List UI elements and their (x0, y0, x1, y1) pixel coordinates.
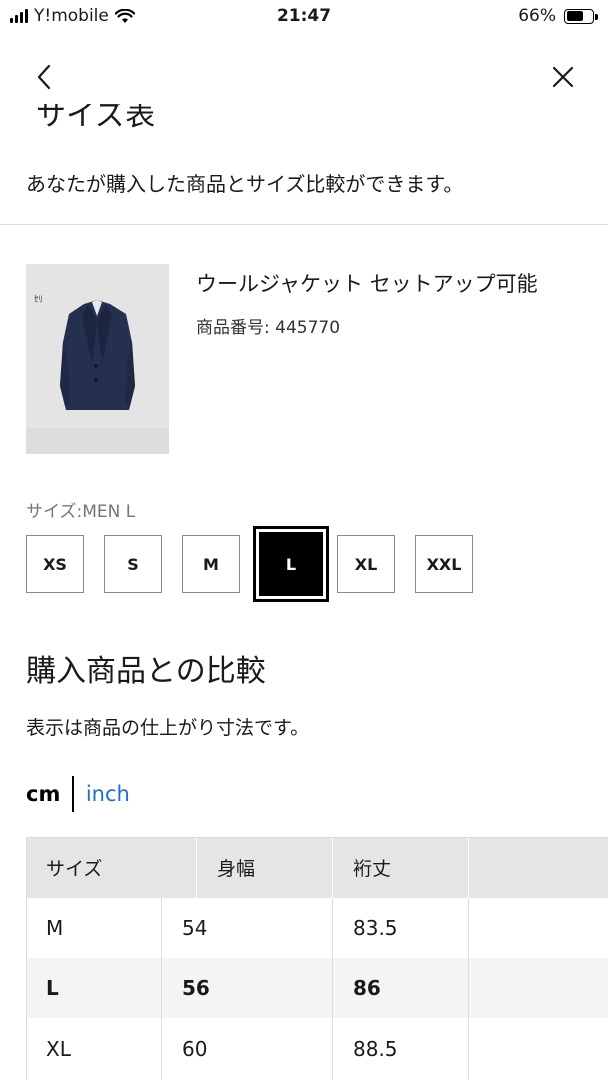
product-code: 商品番号: 445770 (196, 318, 341, 338)
status-time: 21:47 (276, 6, 332, 26)
product-image[interactable]: ｾﾘ (26, 264, 169, 454)
size-option-m[interactable]: M (182, 535, 240, 593)
back-button[interactable] (30, 62, 60, 92)
battery-icon (564, 8, 598, 24)
page-title: サイズ表 (36, 104, 156, 130)
status-bar-right: 66% (518, 6, 598, 26)
unit-cm-toggle[interactable]: cm (26, 782, 60, 806)
table-cell: M (46, 916, 64, 940)
section-divider (0, 224, 608, 225)
table-row: XL 60 88.5 (26, 1018, 608, 1080)
table-cell: 83.5 (332, 898, 468, 958)
table-header-cell: 裄丈 (332, 837, 468, 898)
table-cell (468, 898, 608, 958)
table-cell (468, 1018, 608, 1080)
battery-percent: 66% (518, 6, 556, 26)
page-subtitle: あなたが購入した商品とサイズ比較ができます。 (26, 172, 464, 196)
table-cell: L (46, 976, 59, 1000)
table-cell: 54 (161, 898, 332, 958)
table-cell: 56 (161, 958, 332, 1018)
table-cell (468, 958, 608, 1018)
jacket-image (60, 300, 135, 410)
size-option-s[interactable]: S (104, 535, 162, 593)
size-label: サイズ:MEN L (26, 502, 136, 522)
status-bar: Y!mobile 21:47 66% (0, 0, 608, 34)
table-cell: XL (46, 1037, 71, 1061)
size-option-xs[interactable]: XS (26, 535, 84, 593)
size-comparison-table: サイズ 身幅 裄丈 M 54 83.5 L 56 86 XL 60 88.5 (26, 837, 608, 1080)
size-option-l[interactable]: L (259, 532, 323, 596)
close-icon (552, 66, 574, 88)
size-option-xl[interactable]: XL (337, 535, 395, 593)
table-cell: 88.5 (332, 1018, 468, 1080)
table-cell: 86 (332, 958, 468, 1018)
table-cell: 60 (161, 1018, 332, 1080)
table-header-cell: サイズ (46, 858, 103, 880)
product-name: ウールジャケット セットアップ可能 (196, 272, 538, 296)
table-row: M 54 83.5 (26, 898, 608, 958)
comparison-note: 表示は商品の仕上がり寸法です。 (26, 717, 310, 739)
close-button[interactable] (548, 62, 578, 92)
unit-inch-link[interactable]: inch (86, 782, 130, 806)
page-title-clipped: サイズ表 (26, 104, 586, 130)
unit-toggle: cm inch (26, 776, 130, 812)
nav-bar (0, 52, 608, 104)
table-header-row: サイズ 身幅 裄丈 (26, 837, 608, 898)
chevron-left-icon (37, 64, 51, 90)
size-option-xxl[interactable]: XXL (415, 535, 473, 593)
battery-level-fill (566, 11, 583, 21)
comparison-title: 購入商品との比較 (26, 654, 266, 689)
table-header-cell: 身幅 (196, 837, 332, 898)
table-row-highlighted: L 56 86 (26, 958, 608, 1018)
table-header-cell (468, 837, 608, 898)
unit-separator (72, 776, 74, 812)
